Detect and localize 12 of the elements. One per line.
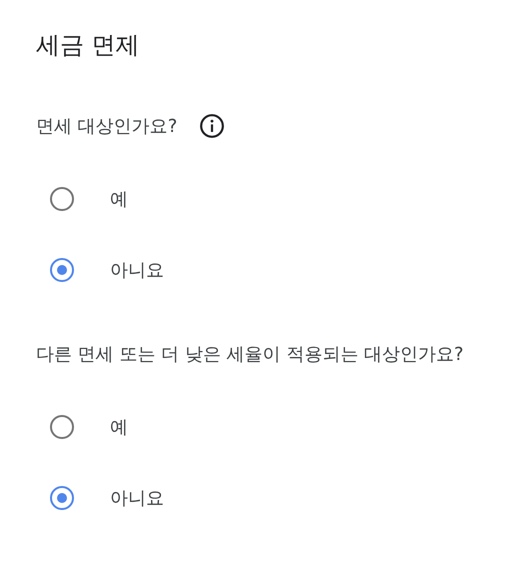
- radio-button[interactable]: [50, 486, 74, 510]
- option-label: 예: [110, 416, 128, 438]
- info-icon[interactable]: [199, 113, 226, 139]
- option-label: 아니요: [110, 486, 164, 510]
- question-text: 면세 대상인가요?: [36, 115, 178, 138]
- radio-button[interactable]: [50, 186, 74, 210]
- page-title: 세금 면제: [36, 30, 141, 61]
- radio-button[interactable]: [50, 414, 74, 438]
- option-label: 예: [110, 188, 128, 210]
- radio-button[interactable]: [50, 258, 74, 282]
- option-label: 아니요: [110, 258, 164, 282]
- question-text: 다른 면세 또는 더 낮은 세율이 적용되는 대상인가요?: [36, 343, 464, 366]
